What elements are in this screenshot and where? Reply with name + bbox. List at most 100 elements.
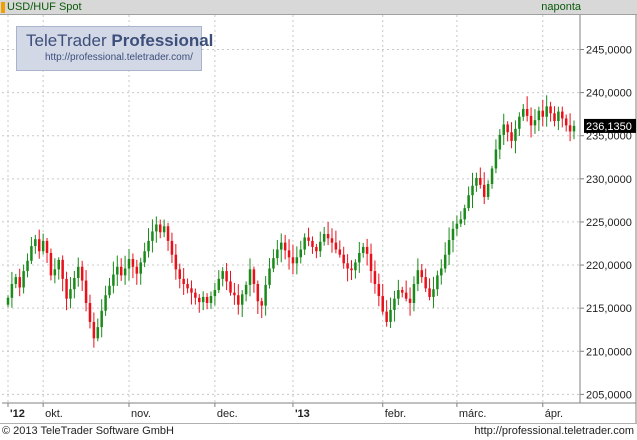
candle-body xyxy=(319,241,322,252)
candle-body xyxy=(533,120,537,126)
chart-footer: © 2013 TeleTrader Software GmbH http://p… xyxy=(0,423,637,440)
candle-body xyxy=(447,240,451,255)
candle-body xyxy=(6,297,10,305)
chart-window: USD/HUF Spot naponta 205,0000 210,0000 215… xyxy=(0,0,637,440)
candle-body xyxy=(37,239,41,252)
candle-body xyxy=(537,110,541,121)
candle-body xyxy=(494,149,498,169)
candle-body xyxy=(190,288,193,293)
candle-body xyxy=(100,310,103,328)
candle-body xyxy=(260,301,263,306)
candle-body xyxy=(334,242,338,250)
candle-body xyxy=(135,266,139,274)
candle-body xyxy=(108,285,111,296)
candle-body xyxy=(408,298,412,303)
candle-body xyxy=(237,295,240,305)
candle-body xyxy=(139,262,142,274)
candle-body xyxy=(385,311,388,322)
candle-body xyxy=(272,258,275,269)
candle-body xyxy=(256,284,260,302)
candle-body xyxy=(506,124,509,133)
x-tick-label: ápr. xyxy=(545,408,563,420)
candle-body xyxy=(162,226,166,233)
candle-body xyxy=(158,224,162,233)
candle-body xyxy=(201,296,205,303)
candle-body xyxy=(553,113,556,122)
candle-body xyxy=(229,281,232,293)
y-tick-label: 225,0000 xyxy=(586,217,632,229)
candle-body xyxy=(358,252,361,263)
candle-body xyxy=(350,268,353,271)
candle-body xyxy=(549,106,552,114)
candle-body xyxy=(104,295,107,311)
candle-body xyxy=(22,271,25,288)
x-tick-label: '13 xyxy=(295,408,310,420)
candle-body xyxy=(299,249,303,258)
candle-body xyxy=(151,231,154,241)
candle-body xyxy=(479,177,482,185)
candle-body xyxy=(84,280,88,303)
candle-body xyxy=(77,266,80,278)
candle-body xyxy=(194,292,197,298)
y-tick-label: 220,0000 xyxy=(586,260,632,272)
candle-body xyxy=(182,278,185,285)
candle-body xyxy=(248,269,252,285)
candle-body xyxy=(61,259,64,279)
footer-url-link[interactable]: http://professional.teletrader.com xyxy=(474,425,634,437)
candle-body xyxy=(322,234,326,242)
candle-body xyxy=(315,246,318,252)
candle-body xyxy=(467,195,470,209)
y-tick-label: 240,0000 xyxy=(586,88,632,100)
candle-body xyxy=(525,108,529,116)
candle-body xyxy=(557,111,560,122)
candle-body xyxy=(283,242,287,251)
teletrader-logo[interactable]: TeleTrader Professional http://professio… xyxy=(16,26,213,71)
y-axis-ticks: 205,0000 210,0000 215,0000 220,0000 225,0000… xyxy=(580,44,632,401)
candle-body xyxy=(18,277,21,288)
candle-body xyxy=(373,271,377,285)
candle-body xyxy=(213,290,217,297)
candle-body xyxy=(92,321,96,339)
candle-body xyxy=(45,240,49,253)
candle-body xyxy=(518,116,521,129)
candle-body xyxy=(397,290,400,299)
candle-body xyxy=(400,290,404,293)
candle-body xyxy=(455,223,459,229)
x-tick-label: okt. xyxy=(45,408,63,420)
candle-body xyxy=(287,250,291,258)
candle-body xyxy=(276,249,279,259)
last-price-marker: 236,1350 xyxy=(584,118,636,133)
candle-body xyxy=(369,253,373,272)
candle-body xyxy=(10,284,14,298)
candle-body xyxy=(41,240,45,252)
candle-body xyxy=(354,262,357,271)
candle-body xyxy=(96,327,100,339)
x-tick-label: dec. xyxy=(217,408,238,420)
candle-body xyxy=(34,239,37,247)
candle-body xyxy=(26,260,29,272)
y-tick-label: 215,0000 xyxy=(586,303,632,315)
x-tick-label: febr. xyxy=(385,408,406,420)
candle-body xyxy=(174,254,178,270)
last-price-label: 236,1350 xyxy=(586,121,632,133)
candle-body xyxy=(155,224,158,232)
candle-body xyxy=(53,269,57,276)
candle-body xyxy=(57,259,60,270)
candle-body xyxy=(529,115,533,126)
axes xyxy=(2,15,637,423)
candle-body xyxy=(545,106,548,117)
candle-body xyxy=(365,246,369,254)
candle-body xyxy=(116,266,119,275)
candle-body xyxy=(568,125,572,132)
candle-body xyxy=(443,254,447,269)
candle-body xyxy=(361,246,365,253)
candle-body xyxy=(166,226,170,241)
candle-body xyxy=(436,275,439,290)
candle-body xyxy=(471,185,474,196)
candle-body xyxy=(420,270,424,278)
y-tick-label: 230,0000 xyxy=(586,174,632,186)
candle-body xyxy=(330,238,334,243)
candle-body xyxy=(279,242,283,250)
x-axis-ticks: '12 okt. nov. dec. '13 febr. márc. ápr. xyxy=(7,403,563,420)
candle-body xyxy=(502,124,505,135)
